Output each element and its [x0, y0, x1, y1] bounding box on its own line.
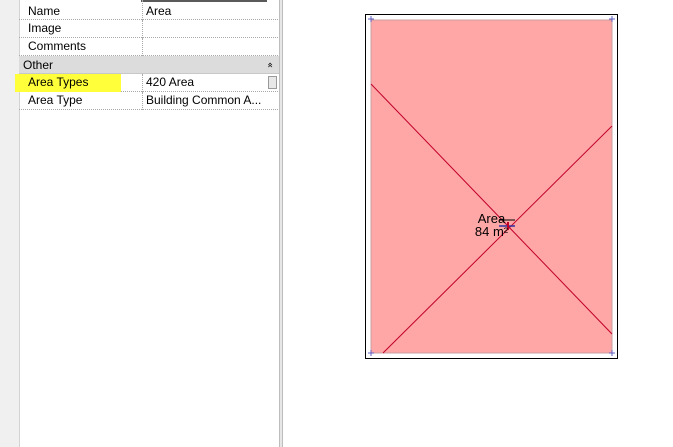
property-label: Area Type	[19, 92, 143, 110]
area-fill[interactable]	[370, 19, 613, 354]
property-label-text: Area Types	[28, 75, 89, 89]
property-row-area-types[interactable]: Area Types 420 Area	[15, 74, 280, 92]
group-title: Other	[23, 58, 54, 72]
area-plan[interactable]: Area 84 m²	[365, 14, 618, 359]
area-plan-svg	[365, 14, 618, 359]
property-value-name[interactable]: Area	[143, 0, 268, 20]
value-dropdown-button[interactable]	[268, 76, 277, 89]
property-row-comments[interactable]: Comments	[19, 38, 280, 56]
property-row-name[interactable]: Name Area	[19, 0, 280, 20]
property-value-comments[interactable]	[143, 38, 268, 56]
properties-panel: Name Area Image Comments Other » Area Ty…	[0, 0, 283, 447]
property-label: Area Types	[15, 74, 143, 92]
property-row-image[interactable]: Image	[19, 20, 280, 38]
property-label: Name	[19, 0, 143, 20]
drawing-view[interactable]: Area 84 m²	[283, 0, 673, 447]
panel-left-strip	[0, 0, 20, 447]
property-label: Image	[19, 20, 143, 38]
property-value-image[interactable]	[143, 20, 268, 38]
property-value-area-type[interactable]: Building Common A...	[143, 92, 268, 110]
property-value-area-types[interactable]: 420 Area	[143, 74, 268, 92]
group-header-other[interactable]: Other »	[19, 56, 280, 74]
properties-table: Name Area Image Comments Other » Area Ty…	[15, 0, 280, 110]
property-row-area-type[interactable]: Area Type Building Common A...	[19, 92, 280, 110]
area-tag-value[interactable]: 84 m²	[365, 225, 618, 238]
property-label: Comments	[19, 38, 143, 56]
chevron-double-up-icon[interactable]: »	[263, 62, 279, 68]
